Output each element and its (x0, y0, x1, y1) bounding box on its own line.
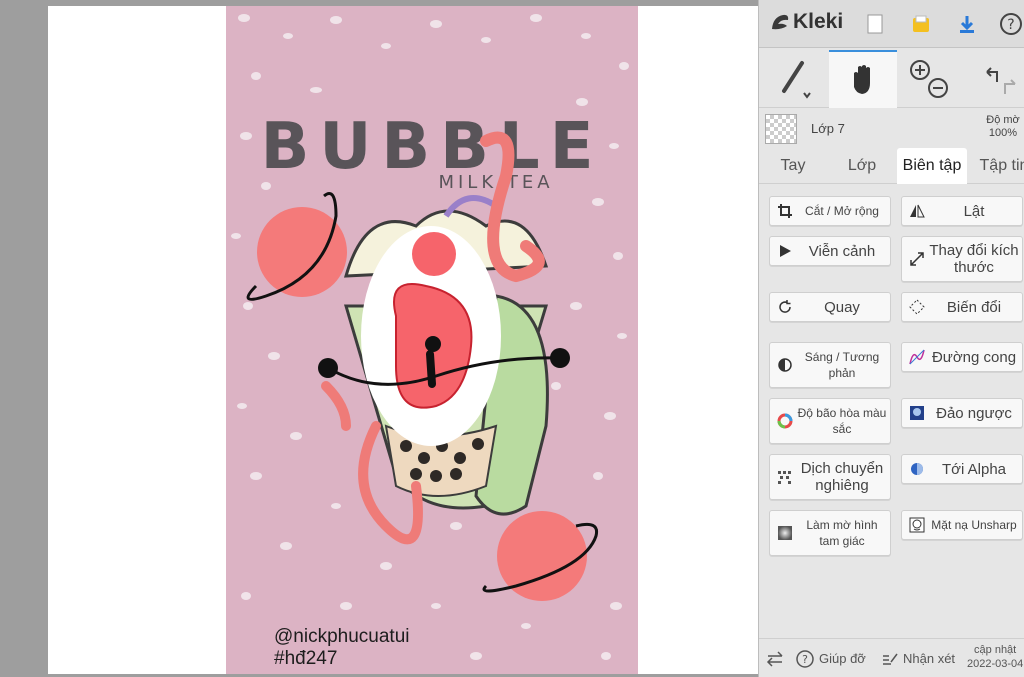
opacity-value: 100% (988, 127, 1018, 139)
svg-text:?: ? (1007, 17, 1014, 33)
curves-label: Đường cong (931, 348, 1017, 366)
tilt-shift-label: Dịch chuyển nghiêng (800, 460, 884, 494)
rotate-button[interactable]: Quay (769, 292, 891, 322)
download-button[interactable] (951, 8, 983, 40)
new-file-icon (867, 14, 883, 34)
canvas-area[interactable]: BUBBLE MILK TEA @nickphucuatui #hđ247 (0, 0, 758, 677)
curves-icon (908, 348, 926, 366)
crop-icon (776, 202, 794, 220)
hand-icon (854, 65, 870, 94)
feedback-link[interactable]: Nhận xét (881, 639, 955, 677)
hue-saturation-icon (776, 412, 794, 430)
tab-file[interactable]: Tập tin (969, 148, 1024, 184)
unsharp-mask-label: Mặt nạ Unsharp (931, 518, 1017, 532)
hue-saturation-label: Độ bão hòa màu sắc (797, 406, 887, 436)
help-circle-icon: ? (796, 649, 814, 668)
perspective-button[interactable]: Viễn cảnh (769, 236, 891, 266)
update-date: 2022-03-04 (967, 658, 1024, 670)
perspective-label: Viễn cảnh (808, 242, 876, 260)
layer-thumbnail[interactable] (765, 114, 797, 144)
feedback-icon (883, 653, 898, 665)
tool-row (759, 50, 1024, 108)
red-circle-top (257, 207, 347, 297)
crop-label: Cắt / Mở rộng (805, 204, 879, 218)
layer-row[interactable]: Lớp 7 Độ mờ 100% (759, 110, 1024, 148)
help-link[interactable]: ? Giúp đỡ (795, 639, 866, 677)
undo-redo-buttons[interactable] (965, 50, 1024, 108)
unsharp-mask-icon (908, 516, 926, 534)
layer-name: Lớp 7 (811, 121, 845, 136)
help-button[interactable]: ? (995, 8, 1024, 40)
help-label: Giúp đỡ (819, 651, 866, 666)
brightness-contrast-icon (776, 356, 794, 374)
tab-brush[interactable]: Tay (759, 148, 827, 184)
zoom-in-out-icon (910, 60, 948, 98)
zoom-buttons[interactable] (899, 50, 959, 108)
resize-button[interactable]: Thay đổi kích thước (901, 236, 1023, 282)
triangle-blur-icon (776, 524, 794, 542)
rotate-label: Quay (824, 298, 860, 316)
flip-button[interactable]: Lật (901, 196, 1023, 226)
credit-hashtag: #hđ247 (274, 648, 338, 669)
triangle-blur-label: Làm mờ hình tam giác (806, 518, 878, 548)
kleki-app: BUBBLE MILK TEA @nickphucuatui #hđ247 Kl… (0, 0, 1024, 677)
invert-label: Đảo ngược (936, 404, 1012, 422)
resize-icon (908, 250, 926, 268)
invert-button[interactable]: Đảo ngược (901, 398, 1023, 428)
red-dot (412, 232, 456, 276)
svg-text:?: ? (802, 653, 808, 666)
flip-icon (908, 202, 926, 220)
artwork[interactable]: BUBBLE MILK TEA (226, 6, 638, 674)
kleki-logo[interactable]: Kleki (769, 10, 843, 34)
new-image-button[interactable] (859, 8, 891, 40)
transform-label: Biến đổi (946, 298, 1002, 316)
layer-opacity[interactable]: Độ mờ 100% (973, 114, 1024, 140)
transform-button[interactable]: Biến đổi (901, 292, 1023, 322)
to-alpha-label: Tới Alpha (941, 460, 1007, 478)
swap-arrows-icon (766, 650, 783, 667)
question-icon: ? (1000, 13, 1022, 35)
undo-redo-icon (986, 67, 1016, 94)
app-name: Kleki (793, 10, 844, 33)
hand-tool[interactable] (829, 50, 897, 108)
side-panel: Kleki ? Lớp 7 Độ mờ 100% Tay Lớp Biên tậ… (758, 0, 1024, 677)
download-icon (960, 16, 974, 33)
tilt-shift-icon (776, 468, 794, 486)
bottom-bar: ? Giúp đỡ Nhận xét cập nhật 2022-03-04 (759, 638, 1024, 677)
kleki-logo-icon (772, 14, 789, 30)
artwork-credit: @nickphucuatui #hđ247 (274, 626, 409, 670)
resize-label: Thay đổi kích thước (929, 242, 1019, 276)
panel-tabs: Tay Lớp Biên tập Tập tin (759, 148, 1024, 184)
brush-tool[interactable] (759, 50, 829, 108)
invert-icon (908, 404, 926, 422)
credit-handle: @nickphucuatui (274, 626, 410, 647)
tab-layers[interactable]: Lớp (827, 148, 897, 184)
folder-save-icon (913, 15, 929, 32)
brightness-contrast-button[interactable]: Sáng / Tương phản (769, 342, 891, 388)
tab-edit[interactable]: Biên tập (897, 148, 967, 184)
unsharp-mask-button[interactable]: Mặt nạ Unsharp (901, 510, 1023, 540)
save-button[interactable] (905, 8, 937, 40)
update-label: cập nhật (974, 644, 1017, 656)
opacity-label: Độ mờ (986, 114, 1020, 126)
hue-saturation-button[interactable]: Độ bão hòa màu sắc (769, 398, 891, 444)
to-alpha-icon (908, 460, 926, 478)
flip-label: Lật (963, 202, 985, 220)
swap-side-button[interactable] (765, 639, 785, 677)
to-alpha-button[interactable]: Tới Alpha (901, 454, 1023, 484)
tilt-shift-button[interactable]: Dịch chuyển nghiêng (769, 454, 891, 500)
curves-button[interactable]: Đường cong (901, 342, 1023, 372)
top-bar: Kleki ? (759, 0, 1024, 48)
triangle-blur-button[interactable]: Làm mờ hình tam giác (769, 510, 891, 556)
transform-icon (908, 298, 926, 316)
brightness-contrast-label: Sáng / Tương phản (804, 350, 880, 380)
update-info[interactable]: cập nhật 2022-03-04 (967, 643, 1023, 671)
rotate-icon (776, 298, 794, 316)
feedback-label: Nhận xét (903, 651, 956, 666)
brush-icon (782, 61, 811, 99)
perspective-icon (776, 242, 794, 260)
crop-button[interactable]: Cắt / Mở rộng (769, 196, 891, 226)
